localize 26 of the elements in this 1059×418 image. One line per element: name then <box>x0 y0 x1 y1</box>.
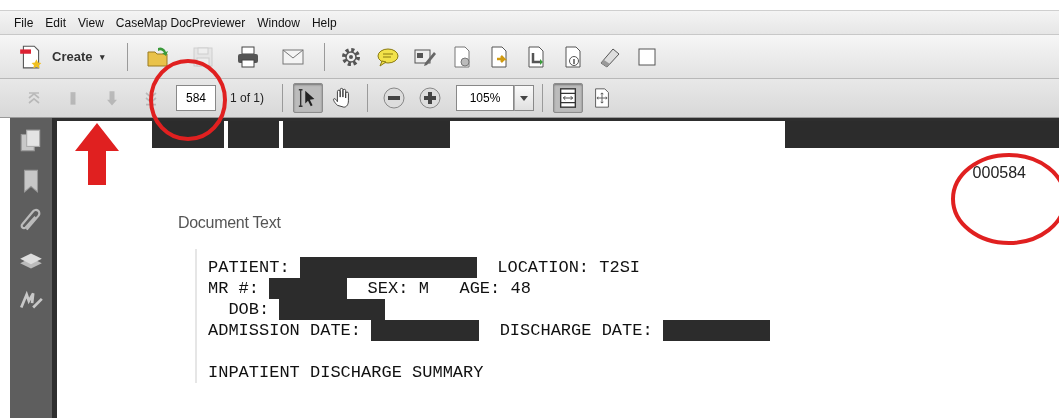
menu-item[interactable]: File <box>8 15 40 30</box>
page-number: 000584 <box>972 164 1026 181</box>
page-number-field[interactable]: 584 <box>176 85 216 111</box>
fit-width-icon[interactable] <box>553 83 584 113</box>
page-count: 1 of 1) <box>230 91 265 105</box>
cursor-icon[interactable] <box>293 83 324 113</box>
document-text: LOCATION: T2SI <box>496 257 641 278</box>
redaction-bar <box>228 121 279 148</box>
document-text: SEX: M AGE: 48 <box>366 278 531 299</box>
menu-item[interactable]: View <box>72 15 110 30</box>
menu-item[interactable]: Help <box>305 15 343 30</box>
section-heading: Document Text <box>178 214 281 231</box>
document-text: INPATIENT DISCHARGE SUMMARY <box>208 362 484 383</box>
menu-item[interactable]: Window <box>251 15 306 30</box>
file-icon <box>18 43 44 70</box>
create-button[interactable]: Create ▾ <box>16 41 108 72</box>
document-text: DOB: <box>227 299 271 320</box>
dropdown-button[interactable] <box>514 85 535 111</box>
zoom-field[interactable]: 105% <box>456 85 515 111</box>
caret-icon <box>520 95 529 101</box>
document-text: PATIENT: <box>208 257 291 278</box>
menu-item[interactable]: Edit <box>39 15 73 30</box>
document-text: ADMISSION DATE: <box>208 320 363 341</box>
menu-item[interactable]: CaseMap DocPreviewer <box>109 15 252 30</box>
document-text: MR #: <box>208 278 260 299</box>
document-text: DISCHARGE DATE: <box>498 320 654 341</box>
